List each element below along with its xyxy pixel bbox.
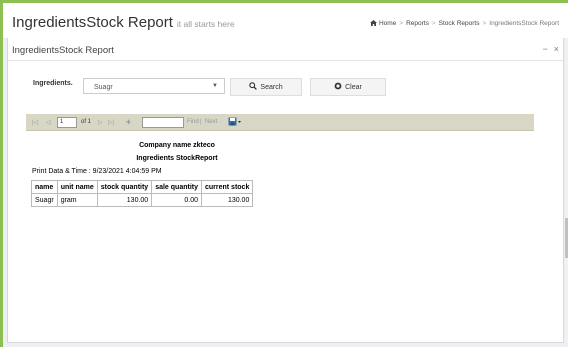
minimize-button[interactable]: − [542,44,547,54]
page-count: of 1 [81,119,92,125]
last-page-icon[interactable]: ▷| [108,119,114,126]
export-icon[interactable] [228,117,242,129]
breadcrumb-separator: > [482,20,487,27]
ingredients-select-value: Suagr [94,84,113,91]
breadcrumb-reports[interactable]: Reports [406,20,429,27]
ingredients-select[interactable]: Suagr ▼ [83,78,225,94]
report-title: Ingredients StockReport [136,155,218,162]
page-number-input[interactable]: 1 [57,117,77,128]
table-cell: Suagr [31,193,58,207]
refresh-icon[interactable]: ✚ [126,119,131,126]
panel-header: IngredientsStock Report − × [8,38,563,61]
table-cell: gram [56,193,98,207]
broom-icon [334,82,342,92]
clear-button-label: Clear [345,83,362,91]
report-panel: IngredientsStock Report − × Ingredients. … [7,38,564,343]
prev-page-icon[interactable]: ◁ [46,119,51,126]
breadcrumb-current: IngredientsStock Report [489,20,559,27]
filter-row: Ingredients. Suagr ▼ Search Clear [8,74,563,96]
find-next-link[interactable]: Next [205,119,217,125]
page-subtitle: it all starts here [176,19,235,29]
left-accent-bar [0,0,3,347]
first-page-icon[interactable]: |◁ [32,119,38,126]
page-header: IngredientsStock Report it all starts her… [3,3,568,38]
column-header: stock quantity [96,180,153,194]
panel-title: IngredientsStock Report [12,45,114,56]
ingredients-label: Ingredients. [33,80,73,87]
search-button[interactable]: Search [230,78,302,96]
report-viewer-toolbar: |◁ ◁ 1 of 1 ▷ ▷| ✚ Find | Next [26,114,534,131]
find-separator: | [200,119,202,125]
close-button[interactable]: × [554,44,559,54]
table-cell: 130.00 [96,193,153,207]
search-button-label: Search [260,83,283,91]
breadcrumb-separator: > [431,20,436,27]
clear-button[interactable]: Clear [310,78,386,96]
search-icon [249,82,258,92]
stock-table: name unit name stock quantity sale quant… [31,180,254,207]
report-company: Company name zkteco [139,142,215,149]
find-input[interactable] [142,117,184,128]
next-page-icon[interactable]: ▷ [98,119,103,126]
breadcrumb: Home > Reports > Stock Reports > IngredientsSt… [369,20,559,28]
table-cell: 130.00 [200,193,254,207]
panel-tools: − × [536,44,559,54]
find-link[interactable]: Find [187,119,199,125]
home-icon [369,20,377,28]
breadcrumb-home[interactable]: Home [379,20,396,27]
column-header: sale quantity [151,180,202,194]
page-title: IngredientsStock Report it all starts her… [12,14,235,31]
breadcrumb-stock-reports[interactable]: Stock Reports [439,20,480,27]
column-header: current stock [200,180,254,194]
chevron-down-icon: ▼ [212,83,218,89]
table-header-row: name unit name stock quantity sale quant… [31,180,254,194]
breadcrumb-separator: > [399,20,404,27]
report-print-datetime: Print Data & Time : 9/23/2021 4:04:59 PM [32,168,162,175]
page-title-text: IngredientsStock Report [12,14,173,31]
table-row: Suagr gram 130.00 0.00 130.00 [31,193,254,207]
column-header: unit name [56,180,98,194]
column-header: name [31,180,58,194]
table-cell: 0.00 [151,193,202,207]
